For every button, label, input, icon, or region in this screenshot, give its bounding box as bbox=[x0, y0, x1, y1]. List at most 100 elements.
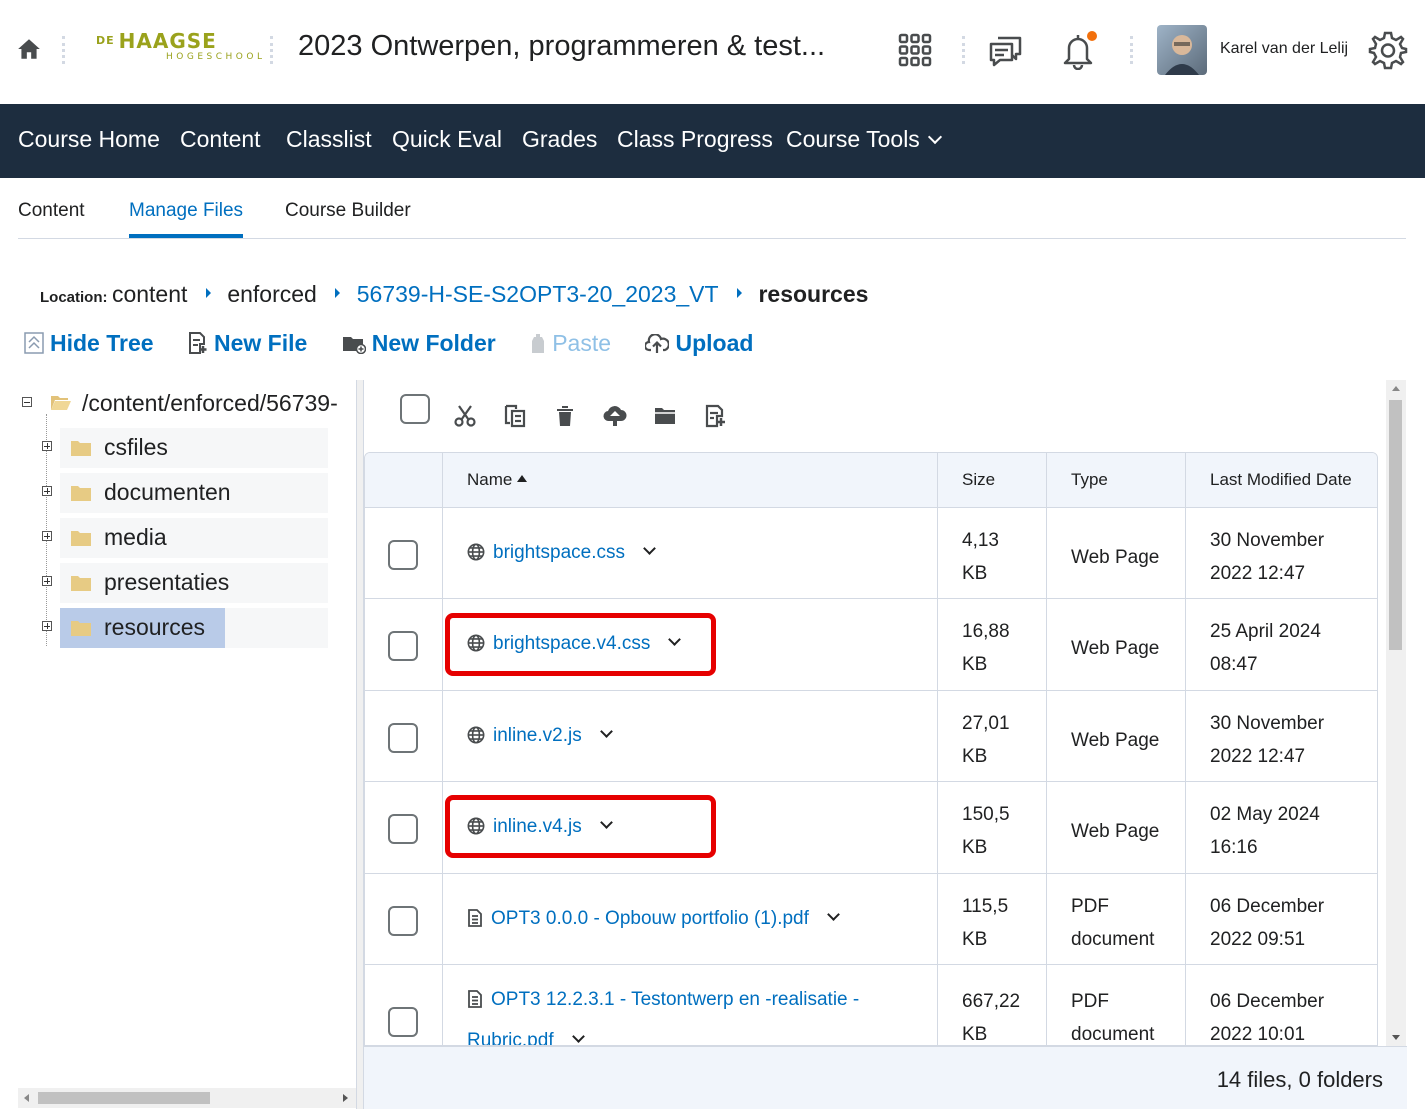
file-type: Web Page bbox=[1071, 547, 1160, 568]
scroll-thumb[interactable] bbox=[1389, 400, 1402, 650]
row-checkbox[interactable] bbox=[388, 723, 418, 753]
chevron-down-icon[interactable] bbox=[571, 1030, 585, 1043]
nav-quick-eval[interactable]: Quick Eval bbox=[392, 126, 502, 153]
row-checkbox[interactable] bbox=[388, 631, 418, 661]
tree-root[interactable]: /content/enforced/56739- bbox=[50, 390, 338, 417]
column-header-modified[interactable]: Last Modified Date bbox=[1185, 453, 1377, 507]
upload-button[interactable]: Upload bbox=[644, 330, 753, 357]
scroll-down-icon[interactable] bbox=[1392, 1035, 1400, 1040]
tab-content[interactable]: Content bbox=[18, 200, 85, 222]
home-icon[interactable] bbox=[16, 36, 42, 62]
file-link[interactable]: inline.v2.js bbox=[467, 725, 613, 747]
new-folder-label: New Folder bbox=[371, 330, 496, 356]
folder-icon bbox=[71, 486, 91, 501]
expand-toggle[interactable] bbox=[42, 621, 52, 631]
tab-manage-files[interactable]: Manage Files bbox=[129, 200, 243, 222]
scroll-thumb[interactable] bbox=[38, 1092, 210, 1104]
file-size: 4,13 bbox=[962, 530, 999, 551]
expand-toggle[interactable] bbox=[42, 441, 52, 451]
column-header-name[interactable]: Name bbox=[442, 453, 937, 507]
file-size-unit: KB bbox=[962, 1024, 988, 1045]
file-link[interactable]: brightspace.css bbox=[467, 542, 656, 564]
tree-item-presentaties[interactable]: presentaties bbox=[60, 563, 328, 603]
row-checkbox[interactable] bbox=[388, 540, 418, 570]
grid-header-row: Name Size Type Last Modified Date bbox=[365, 453, 1377, 508]
new-folder-button[interactable]: New Folder bbox=[342, 330, 496, 357]
expand-toggle[interactable] bbox=[42, 531, 52, 541]
modified-time: 2022 10:01 bbox=[1210, 1024, 1306, 1045]
caret-right-icon bbox=[335, 288, 341, 298]
copy-icon[interactable] bbox=[503, 404, 527, 428]
tree-item-media[interactable]: media bbox=[60, 518, 328, 558]
folder-icon bbox=[71, 531, 91, 546]
chevron-down-icon[interactable] bbox=[827, 908, 840, 921]
collapse-toggle[interactable] bbox=[22, 397, 32, 407]
globe-icon bbox=[467, 543, 485, 561]
file-link[interactable]: OPT3 12.2.3.1 - Testontwerp en -realisat… bbox=[467, 979, 937, 1045]
tree-item-label: presentaties bbox=[104, 569, 230, 595]
table-row: inline.v2.js 27,01 KB Web Page 30 Novembe… bbox=[365, 691, 1377, 782]
row-checkbox[interactable] bbox=[388, 814, 418, 844]
column-header-size[interactable]: Size bbox=[937, 453, 1046, 507]
scroll-left-icon[interactable] bbox=[24, 1094, 29, 1102]
new-file-label: New File bbox=[214, 330, 308, 356]
paste-button[interactable]: Paste bbox=[530, 330, 611, 357]
table-row: OPT3 12.2.3.1 - Testontwerp en -realisat… bbox=[365, 965, 1377, 1045]
grid-vertical-scrollbar[interactable] bbox=[1386, 380, 1406, 1046]
nav-course-tools[interactable]: Course Tools bbox=[786, 126, 942, 153]
nav-grades[interactable]: Grades bbox=[522, 126, 597, 153]
breadcrumb-label: Location: bbox=[40, 289, 108, 306]
folder-icon bbox=[71, 621, 91, 636]
user-name[interactable]: Karel van der Lelij bbox=[1220, 40, 1348, 58]
column-label: Size bbox=[962, 470, 996, 489]
nav-classlist[interactable]: Classlist bbox=[286, 126, 372, 153]
nav-course-home[interactable]: Course Home bbox=[18, 126, 160, 153]
tree-item-documenten[interactable]: documenten bbox=[60, 473, 328, 513]
tree-item-resources[interactable]: resources bbox=[60, 608, 225, 648]
upload-cloud-icon[interactable] bbox=[603, 404, 627, 428]
file-link[interactable]: OPT3 0.0.0 - Opbouw portfolio (1).pdf bbox=[467, 908, 840, 930]
scroll-right-icon[interactable] bbox=[343, 1094, 348, 1102]
table-row: brightspace.css 4,13 KB Web Page 30 Novem… bbox=[365, 508, 1377, 599]
file-type-line2: document bbox=[1071, 1024, 1155, 1045]
school-logo[interactable]: DE HAAGSE HOGESCHOOL bbox=[96, 30, 262, 70]
tab-course-builder[interactable]: Course Builder bbox=[285, 200, 411, 222]
pane-splitter[interactable] bbox=[356, 380, 364, 1109]
waffle-icon[interactable] bbox=[895, 30, 935, 70]
new-file-button[interactable]: New File bbox=[188, 330, 307, 357]
column-header-type[interactable]: Type bbox=[1046, 453, 1185, 507]
header-divider bbox=[270, 36, 273, 64]
hide-tree-button[interactable]: Hide Tree bbox=[24, 330, 154, 357]
breadcrumb-link[interactable]: 56739-H-SE-S2OPT3-20_2023_VT bbox=[357, 281, 719, 307]
select-all-checkbox[interactable] bbox=[400, 394, 430, 424]
nav-class-progress[interactable]: Class Progress bbox=[617, 126, 773, 153]
file-size-unit: KB bbox=[962, 929, 988, 950]
chevron-down-icon[interactable] bbox=[599, 725, 613, 738]
move-folder-icon[interactable] bbox=[653, 404, 677, 428]
row-checkbox[interactable] bbox=[388, 906, 418, 936]
gear-icon[interactable] bbox=[1368, 30, 1408, 70]
tree-root-label: /content/enforced/56739- bbox=[82, 390, 338, 416]
tree-item-csfiles[interactable]: csfiles bbox=[60, 428, 328, 468]
modified-time: 2022 12:47 bbox=[1210, 746, 1306, 767]
grid-footer: 14 files, 0 folders bbox=[364, 1046, 1407, 1109]
chevron-down-icon[interactable] bbox=[643, 542, 656, 555]
file-size: 115,5 bbox=[962, 896, 1009, 917]
modified-time: 16:16 bbox=[1210, 837, 1258, 858]
scroll-up-icon[interactable] bbox=[1392, 386, 1400, 391]
column-label: Type bbox=[1071, 470, 1108, 489]
nav-course-tools-label: Course Tools bbox=[786, 126, 920, 152]
file-size-unit: KB bbox=[962, 563, 988, 584]
trash-icon[interactable] bbox=[553, 404, 577, 428]
folder-icon bbox=[71, 441, 91, 456]
edit-file-icon[interactable] bbox=[703, 404, 727, 428]
cut-icon[interactable] bbox=[453, 404, 477, 428]
tree-horizontal-scrollbar[interactable] bbox=[18, 1088, 356, 1108]
nav-content[interactable]: Content bbox=[180, 126, 261, 153]
row-checkbox[interactable] bbox=[388, 1007, 418, 1037]
chat-icon[interactable] bbox=[986, 30, 1026, 70]
avatar[interactable] bbox=[1157, 25, 1207, 75]
expand-toggle[interactable] bbox=[42, 576, 52, 586]
course-title[interactable]: 2023 Ontwerpen, programmeren & test... bbox=[298, 30, 825, 63]
expand-toggle[interactable] bbox=[42, 486, 52, 496]
